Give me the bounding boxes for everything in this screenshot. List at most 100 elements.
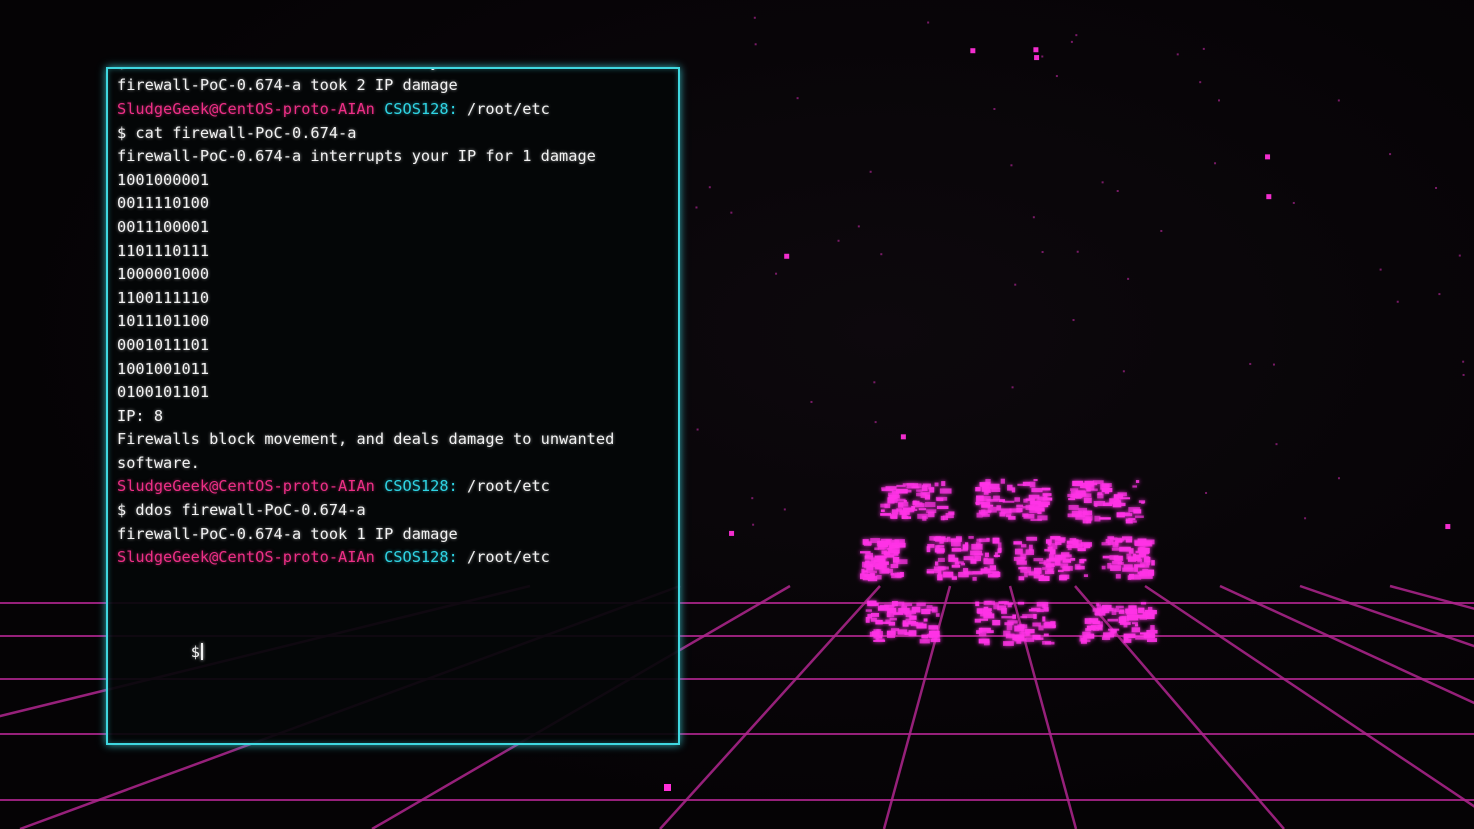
output-line: 0011100001: [117, 217, 210, 236]
terminal-input-line[interactable]: $: [117, 617, 670, 688]
star-particle: [1458, 254, 1461, 257]
star-particle: [993, 107, 996, 110]
star-particle: [730, 211, 733, 214]
prompt-line: SludgeGeek@CentOS-proto-AIAn CSOS128: /r…: [117, 475, 670, 499]
star-particle: [695, 206, 698, 209]
grid-line: [659, 585, 881, 829]
output-line: 1001001011: [117, 359, 210, 378]
star-particle: [1205, 491, 1208, 494]
game-scene: Now in etcSludgeGeek@CentOS-proto-AIAn C…: [0, 0, 1474, 829]
star-particle: [754, 43, 757, 46]
prompt-path: /root/etc: [467, 548, 550, 567]
star-particle: [1462, 360, 1465, 363]
star-particle: [873, 381, 876, 384]
terminal-window[interactable]: Now in etcSludgeGeek@CentOS-proto-AIAn C…: [106, 67, 680, 745]
star-particle: [1217, 99, 1220, 102]
output-line: 0001011101: [117, 335, 210, 354]
star-particle: [1075, 34, 1078, 37]
star-particle: [1445, 524, 1451, 530]
terminal-history: Now in etcSludgeGeek@CentOS-proto-AIAn C…: [117, 69, 670, 570]
terminal-output: Now in etcSludgeGeek@CentOS-proto-AIAn C…: [117, 69, 670, 735]
star-particle: [1014, 283, 1017, 286]
star-particle: [874, 421, 877, 424]
star-particle: [1127, 277, 1130, 280]
star-particle: [1265, 154, 1271, 160]
output-line: 1100111110: [117, 288, 210, 307]
input-prompt-symbol: $: [190, 642, 200, 661]
star-particle: [783, 508, 786, 511]
star-particle: [1379, 268, 1382, 271]
star-particle: [708, 186, 711, 189]
star-particle: [775, 272, 778, 275]
star-particle: [1011, 386, 1014, 389]
grid-line: [1219, 584, 1474, 705]
grid-line: [1008, 585, 1078, 829]
prompt-host: CSOS128:: [384, 548, 458, 567]
star-particle: [1214, 162, 1217, 165]
output-line: 1001000001: [117, 170, 210, 189]
output-line: 1000001000: [117, 265, 210, 284]
star-particle: [1041, 55, 1044, 58]
star-particle: [1122, 370, 1125, 373]
star-particle: [796, 97, 799, 100]
star-particle: [1202, 47, 1205, 50]
output-line: firewall-PoC-0.674-a took 1 IP damage: [117, 524, 458, 543]
output-line: 1011101100: [117, 312, 210, 331]
star-particle: [1160, 229, 1163, 232]
star-particle: [1055, 75, 1058, 78]
star-particle: [1396, 300, 1399, 303]
star-particle: [1199, 81, 1202, 84]
star-particle: [1032, 216, 1035, 219]
star-particle: [784, 253, 790, 259]
star-particle: [1072, 319, 1075, 322]
star-particle: [1438, 293, 1441, 296]
star-particle: [810, 400, 813, 403]
star-particle: [1292, 201, 1295, 204]
output-line: 0100101101: [117, 383, 210, 402]
star-particle: [857, 225, 860, 228]
prompt-path: /root/etc: [467, 99, 550, 118]
star-particle: [1272, 363, 1275, 366]
firewall-block: [1101, 536, 1155, 580]
firewall-block: [1013, 536, 1092, 581]
output-line: Firewalls block movement, and deals dama…: [117, 430, 624, 472]
star-particle: [880, 253, 883, 256]
firewall-block: [1067, 480, 1146, 524]
firewall-block: [975, 478, 1053, 521]
star-particle: [752, 523, 755, 526]
prompt-path: /root/etc: [467, 477, 550, 496]
star-particle: [1041, 251, 1044, 254]
star-particle: [696, 428, 699, 431]
text-cursor: [200, 642, 203, 660]
star-particle: [729, 530, 735, 536]
prompt-user: SludgeGeek@CentOS-proto-AIAn: [117, 548, 375, 567]
star-particle: [1266, 194, 1272, 200]
output-line: 1101110111: [117, 241, 210, 260]
star-particle: [1116, 190, 1119, 193]
prompt-user: SludgeGeek@CentOS-proto-AIAn: [117, 477, 375, 496]
star-particle: [970, 48, 976, 54]
prompt-line: SludgeGeek@CentOS-proto-AIAn CSOS128: /r…: [117, 98, 670, 122]
prompt-host: CSOS128:: [384, 477, 458, 496]
star-particle: [1337, 477, 1340, 480]
star-particle: [1010, 164, 1013, 167]
prompt-user: SludgeGeek@CentOS-proto-AIAn: [117, 99, 375, 118]
star-particle: [1462, 373, 1465, 376]
output-line: IP: 8: [117, 406, 164, 425]
output-line: 0011110100: [117, 194, 210, 213]
star-particle: [753, 16, 756, 19]
star-particle: [1076, 250, 1079, 253]
star-particle: [1176, 53, 1179, 56]
firewall-block: [880, 481, 955, 521]
star-particle: [664, 784, 671, 791]
output-line: firewall-PoC-0.674-a interrupts your IP …: [117, 147, 596, 166]
star-particle: [1101, 181, 1104, 184]
star-particle: [869, 170, 872, 173]
grid-line: [1074, 585, 1285, 829]
output-line: $ ddos firewall-PoC-0.674-a: [117, 501, 366, 520]
output-line: firewall-PoC-0.674-a took 2 IP damage: [117, 76, 458, 95]
star-particle: [1435, 186, 1438, 189]
star-particle: [1275, 443, 1278, 446]
output-line: $ cat firewall-PoC-0.674-a: [117, 123, 357, 142]
firewall-block: [926, 536, 1002, 581]
